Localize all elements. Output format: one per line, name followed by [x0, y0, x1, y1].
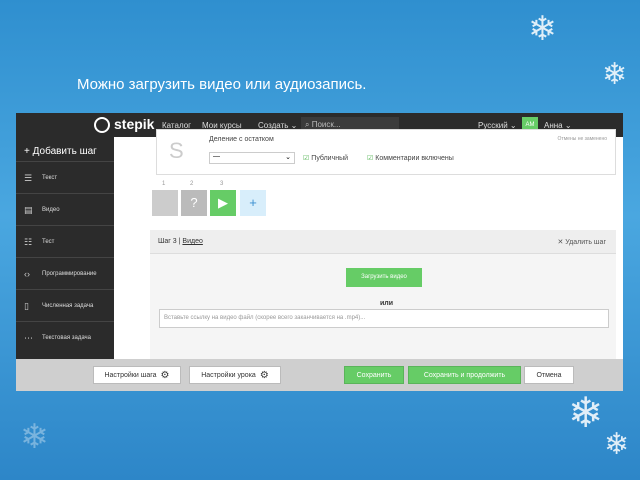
- step-1-button[interactable]: [152, 190, 178, 216]
- stepik-screenshot: stepik Каталог Мои курсы Создать ⌄ ⌕ Пои…: [16, 113, 623, 391]
- number-icon: ▯: [24, 301, 29, 311]
- stepik-logo-text: stepik: [114, 116, 155, 132]
- stepik-logo-icon: [94, 117, 110, 133]
- text-task-icon: ⋯: [24, 333, 33, 343]
- lesson-card: S Деление с остатком Отмены не заменено …: [156, 129, 616, 175]
- add-step-button[interactable]: + Добавить шаг: [24, 146, 97, 157]
- bottom-action-bar: Настройки шага ⚙ Настройки урока ⚙ Сохрани…: [16, 359, 623, 391]
- save-and-continue-button[interactable]: Сохранить и продолжить: [408, 366, 521, 384]
- quiz-icon: ☷: [24, 237, 33, 247]
- step-number: 2: [190, 181, 194, 187]
- step-panel-header: Шаг 3 | Видео ✕ Удалить шаг: [150, 230, 616, 254]
- sidebar-item-text[interactable]: ☰ Текст: [16, 161, 114, 193]
- step-2-button[interactable]: ?: [181, 190, 207, 216]
- delete-step-button[interactable]: ✕ Удалить шаг: [557, 238, 606, 246]
- gear-icon: ⚙: [259, 370, 269, 381]
- video-icon: ▤: [24, 205, 33, 215]
- code-icon: ‹›: [24, 269, 30, 279]
- sidebar-item-code[interactable]: ‹› Программирование: [16, 257, 114, 289]
- video-url-input[interactable]: Вставьте ссылку на видео файл (скорее вс…: [159, 309, 609, 328]
- lesson-title: Деление с остатком: [209, 136, 274, 143]
- sidebar-item-number[interactable]: ▯ Численная задача: [16, 289, 114, 321]
- play-icon: ▶: [218, 195, 228, 210]
- search-icon: ⌕: [305, 120, 312, 129]
- check-icon: ☑: [303, 155, 310, 162]
- text-icon: ☰: [24, 173, 33, 183]
- step-number: 3: [220, 181, 224, 187]
- step-label: Шаг 3: [158, 238, 177, 245]
- public-checkbox[interactable]: ☑ Публичный: [303, 154, 348, 162]
- slide-title: Можно загрузить видео или аудиозапись.: [77, 76, 367, 93]
- or-label: или: [380, 300, 394, 307]
- question-icon: ?: [190, 195, 198, 210]
- snowflake-icon: ❄: [568, 388, 604, 437]
- chevron-down-icon: ⌄: [285, 154, 291, 161]
- step-type-label: Видео: [182, 238, 203, 245]
- lesson-select[interactable]: — ⌄: [209, 152, 295, 164]
- upload-video-button[interactable]: Загрузить видео: [346, 268, 422, 287]
- check-icon: ☑: [367, 155, 374, 162]
- sidebar-item-quiz[interactable]: ☷ Тест: [16, 225, 114, 257]
- lesson-logo-icon: S: [169, 138, 184, 163]
- snowflake-icon: ❄: [602, 57, 628, 92]
- plus-icon: +: [249, 195, 257, 210]
- step-types-sidebar: + Добавить шаг ☰ Текст ▤ Видео ☷ Тест ‹›…: [16, 137, 114, 367]
- lesson-hint: Отмены не заменено: [557, 136, 607, 142]
- lesson-settings-button[interactable]: Настройки урока ⚙: [189, 366, 281, 384]
- snowflake-icon: ❄: [604, 427, 630, 462]
- add-step-plus-button[interactable]: +: [240, 190, 266, 216]
- step-3-video-button[interactable]: ▶: [210, 190, 236, 216]
- cancel-button[interactable]: Отмена: [524, 366, 574, 384]
- sidebar-item-video[interactable]: ▤ Видео: [16, 193, 114, 225]
- comments-checkbox[interactable]: ☑ Комментарии включены: [367, 154, 454, 162]
- snowflake-icon: ❄: [528, 9, 557, 49]
- save-button[interactable]: Сохранить: [344, 366, 404, 384]
- step-number: 1: [162, 181, 166, 187]
- sidebar-item-text-task[interactable]: ⋯ Текстовая задача: [16, 321, 114, 353]
- gear-icon: ⚙: [160, 370, 170, 381]
- step-settings-button[interactable]: Настройки шага ⚙: [93, 366, 181, 384]
- snowflake-icon: ❄: [20, 417, 49, 457]
